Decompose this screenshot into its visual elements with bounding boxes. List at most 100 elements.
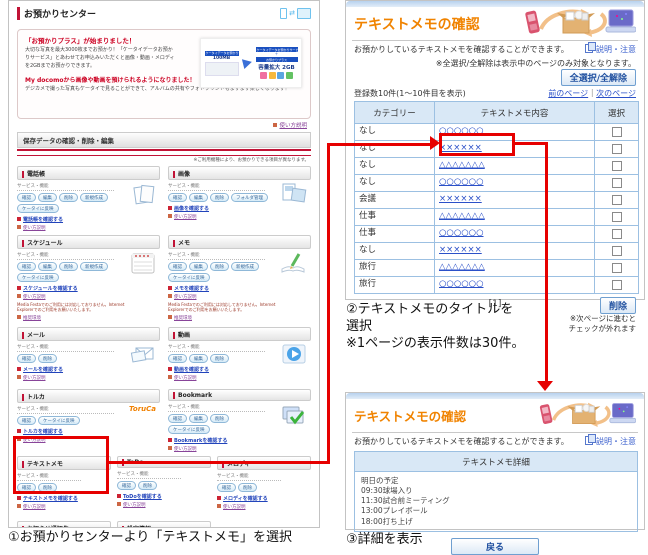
row-checkbox[interactable] (611, 229, 622, 239)
action-pill[interactable]: 削除 (38, 354, 57, 363)
section-note: ※ご利用機種により、お預かりできる項目が異なります。 (193, 158, 309, 163)
memo-title-link[interactable]: △△△△△△△ (439, 160, 485, 170)
pager: 前のページ｜次のページ (548, 88, 636, 99)
action-pill[interactable]: 編集 (189, 262, 208, 271)
memo-content-cell: △△△△△△△ (434, 208, 595, 226)
action-pill[interactable]: 削除 (210, 262, 229, 271)
memo-table-row: 旅行 △△△△△△△ (354, 259, 639, 277)
highlight-box-textmemo (13, 436, 109, 494)
action-pill[interactable]: ケータイに反映 (38, 416, 80, 425)
action-pill[interactable]: 新規作成 (80, 262, 108, 271)
usage-guide-link[interactable]: 使い方説明 (117, 501, 211, 508)
help-notes-link[interactable]: 説明・注意 (585, 434, 636, 447)
memo-title-link[interactable]: △△△△△△△ (439, 211, 485, 221)
action-pill[interactable]: 新規作成 (231, 262, 259, 271)
usage-guide-link[interactable]: 使い方説明 (17, 374, 160, 381)
row-checkbox[interactable] (611, 212, 622, 222)
phone-pc-sync-icon: ⇄ (280, 7, 311, 19)
row-checkbox[interactable] (611, 161, 622, 171)
row-checkbox[interactable] (611, 263, 622, 273)
action-pill[interactable]: 確認 (168, 414, 187, 423)
memo-title-link[interactable]: △△△△△△△ (439, 262, 485, 272)
help-notes-link[interactable]: 説明・注意 (585, 42, 636, 55)
action-pill[interactable]: 編集 (38, 262, 57, 271)
action-pill[interactable]: 確認 (168, 193, 187, 202)
row-checkbox[interactable] (611, 127, 622, 137)
env-link[interactable]: 推奨環境 (17, 315, 160, 321)
service-confirm-link[interactable]: 電話帳を確認する (17, 216, 160, 223)
memo-content-cell: ○○○○○○ (434, 225, 595, 243)
caption-step2: ②テキストメモのタイトルを 選択 ※1ページの表示件数は30件。 (346, 302, 525, 351)
memo-title-link[interactable]: ×××××× (439, 194, 482, 204)
red-bullet-icon (168, 205, 172, 210)
usage-guide-link[interactable]: 使い方説明 (168, 293, 311, 300)
action-pill[interactable]: 新規作成 (80, 193, 108, 202)
usage-guide-link[interactable]: 使い方説明 (17, 224, 160, 231)
row-checkbox[interactable] (611, 246, 622, 256)
memo-title-link[interactable]: ○○○○○○ (439, 177, 484, 187)
service-box-スケジュール: スケジュール サービス・機能 確認 編集 削除 新規作成 ケータイに反映 スケジュールを確認す… (17, 235, 160, 324)
action-pill[interactable]: ケータイに反映 (168, 273, 210, 282)
usage-guide-link[interactable]: 使い方説明 (168, 445, 311, 452)
memo-select-cell (594, 259, 639, 277)
service-confirm-link[interactable]: ToDoを確認する (117, 493, 211, 500)
memo-category: 仕事 (354, 208, 435, 226)
action-pill[interactable]: 削除 (138, 481, 157, 490)
memo-title-link[interactable]: ○○○○○○ (439, 228, 484, 238)
env-link[interactable]: 推奨環境 (168, 315, 311, 321)
action-pill[interactable]: 編集 (38, 193, 57, 202)
usage-guide-link[interactable]: 使い方説明 (217, 503, 311, 510)
action-pill[interactable]: 編集 (189, 414, 208, 423)
usage-guide-link[interactable]: 使い方説明 (168, 374, 311, 381)
memo-content-cell: △△△△△△△ (434, 157, 595, 175)
delete-button[interactable]: 削除 (599, 297, 636, 314)
action-pill[interactable]: 編集 (189, 354, 208, 363)
back-button[interactable]: 戻る (450, 537, 539, 555)
action-pill[interactable]: ケータイに反映 (17, 273, 59, 282)
backup-illustration (521, 7, 637, 41)
row-checkbox[interactable] (611, 195, 622, 205)
service-confirm-link[interactable]: テキストメモを確認する (17, 495, 111, 502)
arrow-down-icon (537, 381, 553, 391)
row-checkbox[interactable] (611, 178, 622, 188)
memo-category: なし (354, 174, 435, 192)
select-all-button[interactable]: 全選択/全解除 (560, 69, 636, 86)
action-pill[interactable]: 確認 (17, 193, 36, 202)
usage-guide-link[interactable]: 使い方説明 (17, 503, 111, 510)
ie-note: Media Festaでのご利用には対応しておりません。Internet Exp… (17, 301, 125, 313)
action-pill[interactable]: 削除 (210, 354, 229, 363)
service-confirm-link[interactable]: メモを確認する (168, 285, 311, 292)
action-pill[interactable]: 確認 (17, 262, 36, 271)
usage-guide-link[interactable]: 使い方説明 (168, 213, 311, 220)
action-pill[interactable]: 確認 (17, 354, 36, 363)
action-pill[interactable]: フォルダ管理 (231, 193, 268, 202)
action-pill[interactable]: 確認 (168, 354, 187, 363)
action-pill[interactable]: 削除 (59, 262, 78, 271)
action-pill[interactable]: 確認 (168, 262, 187, 271)
action-pill[interactable]: ケータイに反映 (17, 204, 59, 213)
usage-guide-link[interactable]: 使い方説明 (273, 123, 307, 129)
action-pill[interactable]: 確認 (17, 416, 36, 425)
row-checkbox[interactable] (611, 144, 622, 154)
action-pill[interactable]: 削除 (238, 483, 257, 492)
service-confirm-link[interactable]: Bookmarkを確認する (168, 437, 311, 444)
service-confirm-link[interactable]: トルカを確認する (17, 428, 160, 435)
next-page-link[interactable]: 次のページ (596, 89, 636, 98)
row-checkbox[interactable] (611, 280, 622, 290)
action-pill[interactable]: 編集 (189, 193, 208, 202)
action-pill[interactable]: 確認 (217, 483, 236, 492)
action-pill[interactable]: 削除 (210, 414, 229, 423)
prev-page-link[interactable]: 前のページ (548, 89, 588, 98)
usage-guide-link[interactable]: 使い方説明 (17, 293, 160, 300)
action-pill[interactable]: 確認 (117, 481, 136, 490)
action-pill[interactable]: ケータイに反映 (168, 425, 210, 434)
action-pill[interactable]: 削除 (59, 193, 78, 202)
service-confirm-link[interactable]: メロディを確認する (217, 495, 311, 502)
memo-title-link[interactable]: ×××××× (439, 245, 482, 255)
red-bullet-icon (17, 285, 21, 290)
service-confirm-link[interactable]: スケジュールを確認する (17, 285, 160, 292)
action-pill[interactable]: 削除 (210, 193, 229, 202)
memo-title-link[interactable]: ○○○○○○ (439, 279, 484, 289)
memo-category: なし (354, 157, 435, 175)
memo-content-cell: ○○○○○○ (434, 174, 595, 192)
